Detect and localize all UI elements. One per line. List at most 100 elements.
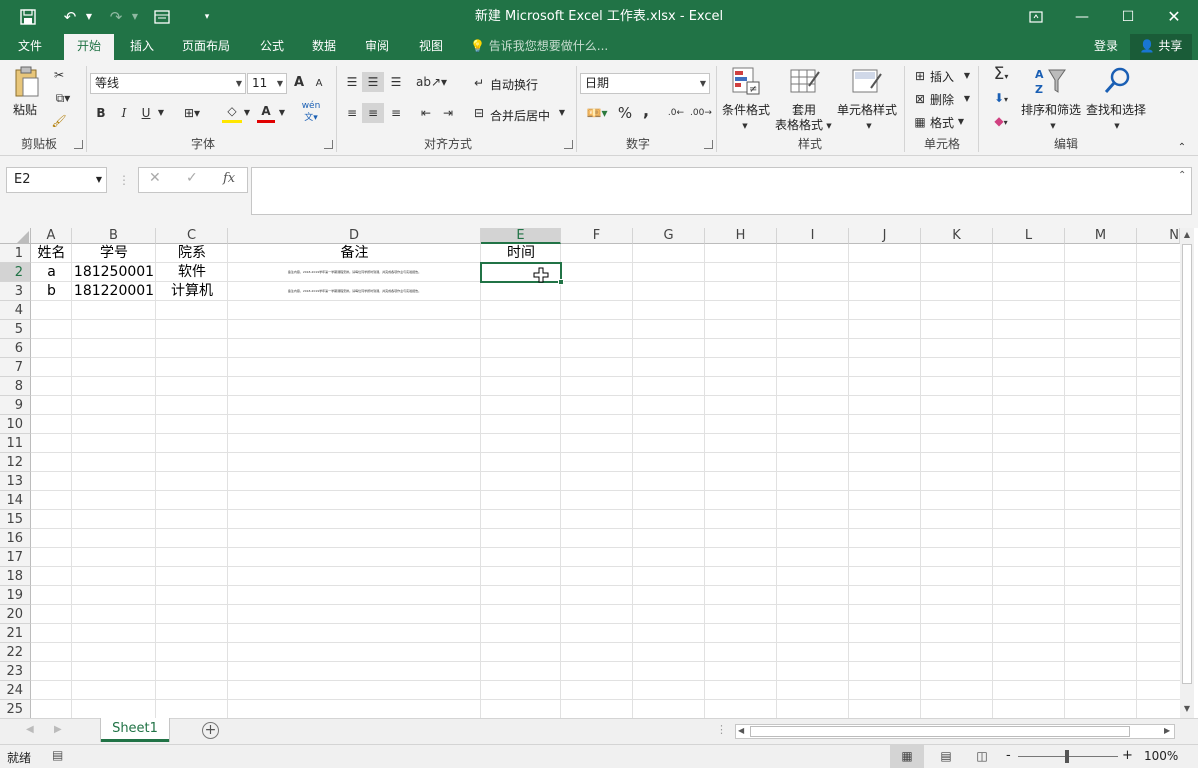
sheet-tab-sheet1[interactable]: Sheet1	[101, 718, 169, 742]
zoom-in-button[interactable]: +	[1122, 748, 1133, 763]
row-header-24[interactable]: 24	[0, 681, 31, 700]
vertical-scrollbar[interactable]: ▲ ▼	[1180, 228, 1194, 718]
column-header-n[interactable]: N	[1137, 228, 1180, 244]
chevron-down-icon[interactable]: ▼	[155, 103, 167, 123]
column-header-f[interactable]: F	[561, 228, 633, 244]
row-header-25[interactable]: 25	[0, 700, 31, 718]
maximize-icon[interactable]: ☐	[1105, 0, 1151, 34]
save-icon[interactable]	[14, 0, 42, 34]
cell-b1[interactable]: 学号	[72, 244, 156, 263]
cancel-icon[interactable]: ✕	[149, 170, 161, 186]
column-header-d[interactable]: D	[228, 228, 481, 244]
sort-filter-icon[interactable]: AZ	[1032, 66, 1068, 98]
prev-sheet-icon[interactable]: ◀	[26, 724, 34, 735]
merge-center-icon[interactable]: ⊟	[470, 103, 488, 123]
format-cells-icon[interactable]: ▦	[911, 112, 929, 132]
border-icon[interactable]: ⊞▾	[178, 103, 206, 123]
copy-icon[interactable]: ⧉▾	[49, 88, 77, 108]
tab-home[interactable]: 开始	[64, 34, 114, 60]
wrap-text-button[interactable]: 自动换行	[490, 76, 538, 93]
redo-dropdown-icon[interactable]: ▼	[128, 0, 142, 34]
row-header-10[interactable]: 10	[0, 415, 31, 434]
cell-a2[interactable]: a	[31, 263, 72, 282]
collapse-ribbon-icon[interactable]: ⌃	[1174, 138, 1190, 158]
column-header-h[interactable]: H	[705, 228, 777, 244]
cell-e1[interactable]: 时间	[481, 244, 561, 263]
fill-icon[interactable]: ⬇▾	[986, 88, 1016, 110]
row-header-3[interactable]: 3	[0, 282, 31, 301]
cell-d2[interactable]: 备注内容，2018-2019学年第一学期课程安排。请每位同学按时到课，并完成各项…	[228, 263, 481, 282]
row-header-12[interactable]: 12	[0, 453, 31, 472]
format-painter-icon[interactable]: 🖌	[49, 111, 69, 131]
column-header-k[interactable]: K	[921, 228, 993, 244]
vertical-scroll-thumb[interactable]	[1182, 244, 1192, 684]
cell-c2[interactable]: 软件	[156, 263, 228, 282]
undo-icon[interactable]: ↶	[58, 0, 82, 34]
row-header-17[interactable]: 17	[0, 548, 31, 567]
column-header-m[interactable]: M	[1065, 228, 1137, 244]
format-as-table-icon[interactable]	[788, 66, 822, 98]
row-header-13[interactable]: 13	[0, 472, 31, 491]
phonetic-icon[interactable]: wén 文▾	[297, 100, 325, 124]
clipboard-launcher-icon[interactable]	[74, 140, 83, 149]
increase-indent-icon[interactable]: ⇥	[438, 103, 458, 123]
column-header-a[interactable]: A	[31, 228, 72, 244]
grow-font-icon[interactable]: A	[291, 73, 307, 93]
signin-link[interactable]: 登录	[1086, 34, 1126, 60]
delete-cells-icon[interactable]: ⊠	[911, 89, 929, 109]
row-header-5[interactable]: 5	[0, 320, 31, 339]
decrease-decimal-icon[interactable]: .00→	[690, 103, 712, 123]
tab-formulas[interactable]: 公式	[250, 34, 294, 60]
decrease-indent-icon[interactable]: ⇤	[416, 103, 436, 123]
row-header-14[interactable]: 14	[0, 491, 31, 510]
chevron-down-icon[interactable]: ▼	[961, 66, 973, 86]
align-left-icon[interactable]: ≡	[342, 103, 362, 123]
insert-function-icon[interactable]: fx	[223, 171, 235, 186]
add-sheet-icon[interactable]: +	[202, 722, 219, 739]
italic-button[interactable]: I	[115, 103, 133, 123]
zoom-level[interactable]: 100%	[1144, 749, 1178, 763]
font-launcher-icon[interactable]	[324, 140, 333, 149]
row-header-16[interactable]: 16	[0, 529, 31, 548]
align-bottom-icon[interactable]: ☰	[386, 72, 406, 92]
accounting-icon[interactable]: 💴▾	[582, 103, 612, 123]
chevron-down-icon[interactable]: ▼	[955, 112, 967, 132]
chevron-down-icon[interactable]: ▼	[961, 89, 973, 109]
tab-page-layout[interactable]: 页面布局	[172, 34, 240, 60]
share-button[interactable]: 👤 共享	[1130, 34, 1192, 60]
number-launcher-icon[interactable]	[704, 140, 713, 149]
percent-button[interactable]: %	[616, 103, 634, 123]
cell-styles-icon[interactable]	[850, 66, 884, 98]
undo-dropdown-icon[interactable]: ▼	[82, 0, 96, 34]
scroll-right-icon[interactable]: ▶	[1164, 726, 1170, 735]
row-header-21[interactable]: 21	[0, 624, 31, 643]
row-header-22[interactable]: 22	[0, 643, 31, 662]
row-header-15[interactable]: 15	[0, 510, 31, 529]
row-header-6[interactable]: 6	[0, 339, 31, 358]
format-cells-button[interactable]: 格式	[930, 114, 954, 131]
row-header-18[interactable]: 18	[0, 567, 31, 586]
close-icon[interactable]: ✕	[1151, 0, 1197, 34]
column-header-e[interactable]: E	[481, 228, 561, 244]
page-layout-view-icon[interactable]: ▤	[934, 745, 958, 768]
horizontal-scroll-thumb[interactable]	[750, 726, 1130, 737]
number-format-combo[interactable]: 日期 ▼	[580, 73, 710, 94]
find-select-icon[interactable]	[1100, 66, 1134, 98]
cell-b2[interactable]: 181250001	[72, 263, 156, 282]
tell-me-box[interactable]: 💡 告诉我您想要做什么...	[470, 34, 620, 60]
fill-handle[interactable]	[558, 279, 564, 285]
drag-handle-icon[interactable]: ⋮	[118, 170, 130, 190]
page-break-view-icon[interactable]: ◫	[970, 745, 994, 768]
cell-c1[interactable]: 院系	[156, 244, 228, 263]
cell-d3[interactable]: 备注内容，2018-2019学年第一学期课程安排。请每位同学按时到课，并完成各项…	[228, 282, 481, 301]
scroll-up-icon[interactable]: ▲	[1180, 228, 1194, 242]
font-color-icon[interactable]: A	[257, 102, 275, 123]
row-header-11[interactable]: 11	[0, 434, 31, 453]
paste-label[interactable]: 粘贴	[13, 101, 37, 118]
alignment-launcher-icon[interactable]	[564, 140, 573, 149]
row-header-8[interactable]: 8	[0, 377, 31, 396]
clear-icon[interactable]: ◆▾	[986, 111, 1016, 133]
splitter-handle-icon[interactable]: ⋮	[716, 723, 727, 736]
selected-cell-e2[interactable]	[480, 262, 562, 283]
shrink-font-icon[interactable]: A	[311, 74, 327, 94]
